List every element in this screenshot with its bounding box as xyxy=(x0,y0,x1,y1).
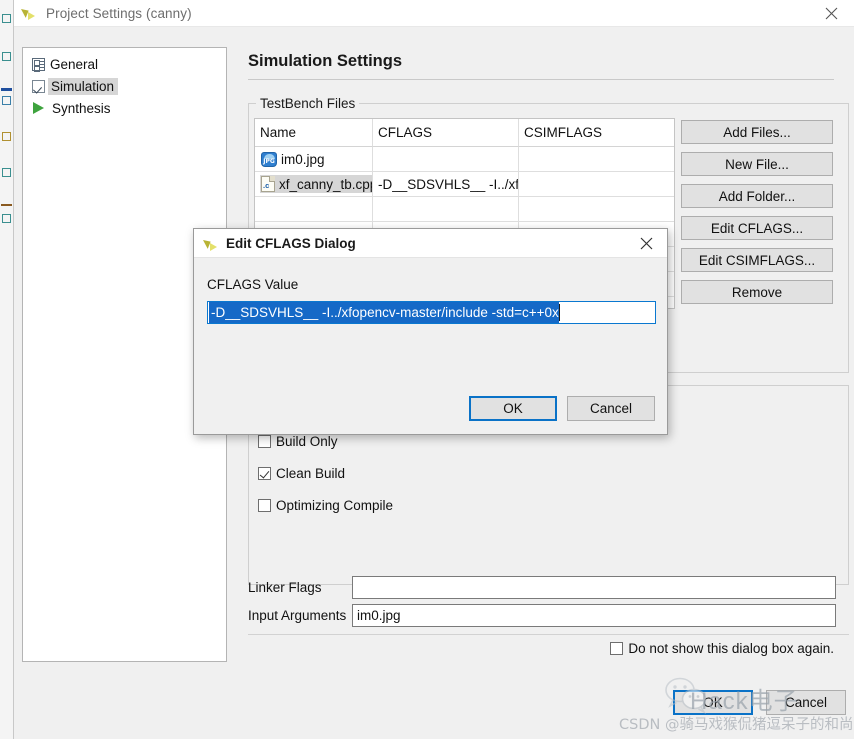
edit-csimflags-button[interactable]: Edit CSIMFLAGS... xyxy=(681,248,833,272)
remove-button[interactable]: Remove xyxy=(681,280,833,304)
sidebar-item-label: Simulation xyxy=(48,77,119,95)
checkbox-label: Optimizing Compile xyxy=(276,498,394,513)
cell-name[interactable]: JPG im0.jpg xyxy=(255,147,373,172)
screen-root: Project Settings (canny) General Simulat… xyxy=(0,0,854,739)
vivado-logo-icon xyxy=(21,4,39,22)
input-arguments-label: Input Arguments xyxy=(248,608,347,623)
linker-flags-input[interactable] xyxy=(352,576,836,599)
input-arguments-row: Input Arguments im0.jpg xyxy=(248,604,836,627)
linker-flags-row: Linker Flags xyxy=(248,576,836,599)
sidebar-item-synthesis[interactable]: Synthesis xyxy=(23,98,226,118)
cell-csimflags[interactable] xyxy=(519,172,674,197)
sidebar-item-label: General xyxy=(50,56,99,72)
column-header-name[interactable]: Name xyxy=(255,119,373,147)
cell-cflags[interactable] xyxy=(373,147,519,172)
footer-divider xyxy=(248,634,849,635)
dialog-body: CFLAGS Value -D__SDSVHLS__ -I../xfopencv… xyxy=(194,258,667,436)
c-file-icon: .c xyxy=(261,176,275,192)
ok-button[interactable]: OK xyxy=(673,690,753,715)
checkbox-icon[interactable] xyxy=(258,467,271,480)
close-icon[interactable] xyxy=(809,0,854,27)
checkbox-icon xyxy=(32,79,45,93)
sidebar-item-simulation[interactable]: Simulation xyxy=(23,76,226,96)
cell-name[interactable]: .c xf_canny_tb.cpp xyxy=(255,172,373,197)
cell-cflags[interactable]: -D__SDSVHLS__ -I../xf... xyxy=(373,172,519,197)
dialog-titlebar: Edit CFLAGS Dialog xyxy=(194,229,667,258)
checkbox-icon[interactable] xyxy=(258,435,271,448)
window-titlebar: Project Settings (canny) xyxy=(14,0,854,27)
cell-csimflags[interactable] xyxy=(519,147,674,172)
edit-cflags-button[interactable]: Edit CFLAGS... xyxy=(681,216,833,240)
checkbox-row-build-only[interactable]: Build Only xyxy=(258,434,338,449)
file-name-label: xf_canny_tb.cpp xyxy=(279,176,373,192)
play-triangle-icon xyxy=(32,101,47,116)
checkbox-label: Clean Build xyxy=(276,466,346,481)
sidebar-item-general[interactable]: General xyxy=(23,54,226,74)
dialog-cancel-button[interactable]: Cancel xyxy=(567,396,655,421)
table-row[interactable]: .c xf_canny_tb.cpp -D__SDSVHLS__ -I../xf… xyxy=(255,172,674,197)
table-row[interactable]: JPG im0.jpg xyxy=(255,147,674,172)
vivado-logo-icon xyxy=(203,235,219,251)
column-header-cflags[interactable]: CFLAGS xyxy=(373,119,519,147)
cflags-value-text: -D__SDSVHLS__ -I../xfopencv-master/inclu… xyxy=(209,302,559,323)
cell-csimflags[interactable] xyxy=(519,197,674,222)
checkbox-row-clean-build[interactable]: Clean Build xyxy=(258,466,345,481)
group-legend: TestBench Files xyxy=(256,96,360,111)
checkbox-row-optimizing-compile[interactable]: Optimizing Compile xyxy=(258,498,393,513)
cflags-value-input[interactable]: -D__SDSVHLS__ -I../xfopencv-master/inclu… xyxy=(207,301,656,324)
text-caret xyxy=(558,304,560,321)
page-title: Simulation Settings xyxy=(248,52,403,70)
add-files-button[interactable]: Add Files... xyxy=(681,120,833,144)
do-not-show-again-row[interactable]: Do not show this dialog box again. xyxy=(610,641,834,656)
cell-name[interactable] xyxy=(255,197,373,222)
dialog-title: Edit CFLAGS Dialog xyxy=(226,235,356,251)
new-file-button[interactable]: New File... xyxy=(681,152,833,176)
column-header-csimflags[interactable]: CSIMFLAGS xyxy=(519,119,674,147)
add-folder-button[interactable]: Add Folder... xyxy=(681,184,833,208)
window-title: Project Settings (canny) xyxy=(46,5,192,21)
sidebar-item-label: Synthesis xyxy=(52,100,111,116)
cflags-value-label: CFLAGS Value xyxy=(207,277,299,292)
do-not-show-again-label: Do not show this dialog box again. xyxy=(628,641,834,656)
input-arguments-input[interactable]: im0.jpg xyxy=(352,604,836,627)
close-icon[interactable] xyxy=(625,229,667,258)
checkbox-label: Build Only xyxy=(276,434,338,449)
dialog-ok-button[interactable]: OK xyxy=(469,396,557,421)
cancel-button[interactable]: Cancel xyxy=(766,690,846,715)
background-window-sliver xyxy=(0,0,14,739)
list-page-icon xyxy=(32,57,45,72)
table-row[interactable] xyxy=(255,197,674,222)
file-name-label: im0.jpg xyxy=(281,151,325,167)
linker-flags-label: Linker Flags xyxy=(248,580,322,595)
jpg-file-icon: JPG xyxy=(261,151,277,167)
edit-cflags-dialog: Edit CFLAGS Dialog CFLAGS Value -D__SDSV… xyxy=(193,228,668,435)
checkbox-icon[interactable] xyxy=(258,499,271,512)
table-header-row: Name CFLAGS CSIMFLAGS xyxy=(255,119,674,147)
title-divider xyxy=(248,79,834,80)
checkbox-icon[interactable] xyxy=(610,642,624,655)
cell-cflags[interactable] xyxy=(373,197,519,222)
